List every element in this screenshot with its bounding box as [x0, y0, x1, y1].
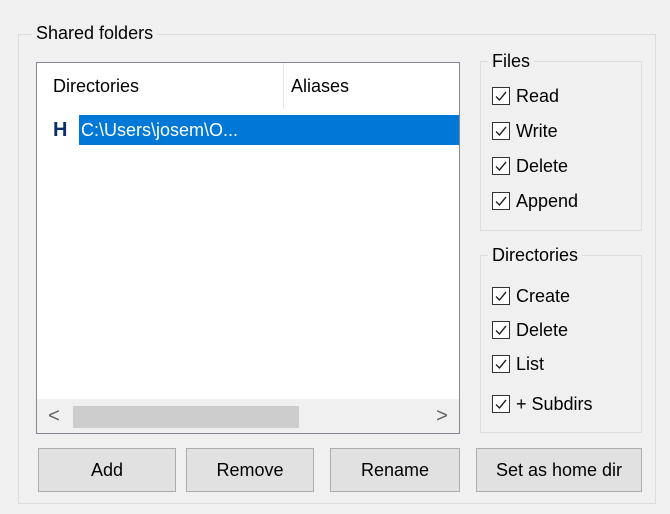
- scroll-right-icon[interactable]: >: [425, 399, 459, 433]
- dirs-create-checkbox[interactable]: Create: [492, 284, 570, 308]
- checkbox-label: Delete: [516, 319, 569, 340]
- files-append-checkbox[interactable]: Append: [492, 189, 578, 213]
- files-write-checkbox[interactable]: Write: [492, 119, 558, 143]
- checkbox-check-icon: [492, 287, 510, 305]
- shared-folders-title: Shared folders: [32, 22, 158, 44]
- files-delete-checkbox[interactable]: Delete: [492, 154, 568, 178]
- checkbox-check-icon: [492, 157, 510, 175]
- home-dir-icon: H: [53, 119, 68, 141]
- files-read-checkbox[interactable]: Read: [492, 84, 559, 108]
- checkbox-label: Write: [516, 120, 558, 141]
- add-button[interactable]: Add: [38, 448, 176, 492]
- checkbox-check-icon: [492, 355, 510, 373]
- checkbox-label: Create: [516, 285, 571, 306]
- dirs-list-checkbox[interactable]: List: [492, 352, 544, 376]
- remove-button[interactable]: Remove: [186, 448, 314, 492]
- checkbox-label: + Subdirs: [516, 393, 593, 414]
- horizontal-scrollbar[interactable]: < >: [37, 399, 459, 433]
- checkbox-check-icon: [492, 122, 510, 140]
- table-row[interactable]: H C:\Users\josem\O...: [37, 115, 459, 145]
- checkbox-label: Delete: [516, 155, 569, 176]
- scroll-left-icon[interactable]: <: [37, 399, 71, 433]
- dirs-subdirs-checkbox[interactable]: + Subdirs: [492, 392, 593, 416]
- column-header-directories[interactable]: Directories: [37, 63, 283, 109]
- row-directory-path: C:\Users\josem\O...: [81, 120, 239, 140]
- checkbox-label: List: [516, 353, 545, 374]
- list-header: Directories Aliases: [37, 63, 459, 109]
- scrollbar-thumb[interactable]: [73, 406, 299, 428]
- checkbox-check-icon: [492, 192, 510, 210]
- directories-group-title: Directories: [488, 244, 583, 266]
- checkbox-label: Append: [516, 190, 579, 211]
- rename-button[interactable]: Rename: [330, 448, 460, 492]
- checkbox-check-icon: [492, 321, 510, 339]
- column-header-aliases[interactable]: Aliases: [275, 63, 459, 109]
- set-home-dir-button[interactable]: Set as home dir: [476, 448, 642, 492]
- shared-folders-list[interactable]: Directories Aliases H C:\Users\josem\O..…: [36, 62, 460, 434]
- checkbox-label: Read: [516, 85, 560, 106]
- dirs-delete-checkbox[interactable]: Delete: [492, 318, 568, 342]
- checkbox-check-icon: [492, 395, 510, 413]
- checkbox-check-icon: [492, 87, 510, 105]
- files-group-title: Files: [488, 50, 535, 72]
